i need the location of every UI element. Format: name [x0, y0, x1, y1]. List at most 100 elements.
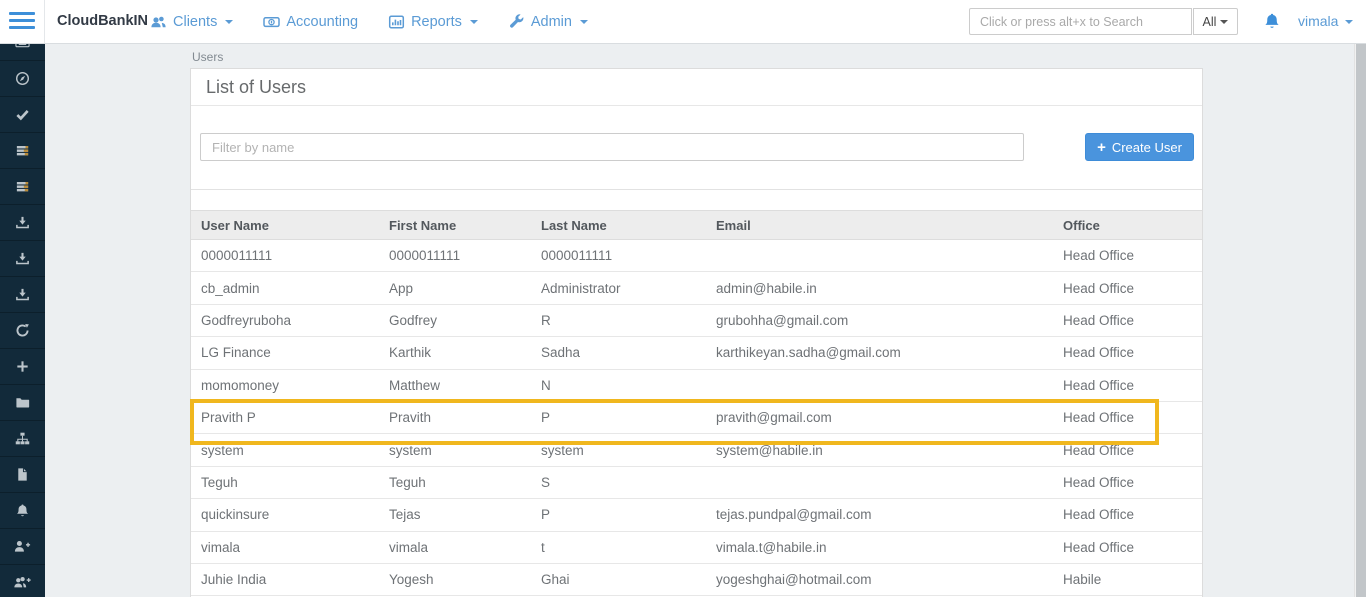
nav-item-reports[interactable]: Reports: [388, 14, 478, 30]
table-cell: Yogesh: [379, 572, 531, 587]
sidebar-item-sitemap[interactable]: [0, 421, 45, 457]
table-row[interactable]: TeguhTeguhSHead Office: [191, 467, 1202, 499]
table-cell: 0000011111: [379, 248, 531, 263]
table-cell: Habile: [1053, 572, 1202, 587]
vertical-scrollbar[interactable]: [1354, 44, 1366, 597]
sidebar-item-folder[interactable]: [0, 385, 45, 421]
file-icon: [15, 467, 30, 482]
table-cell: admin@habile.in: [706, 281, 1053, 296]
sidebar-item-check[interactable]: [0, 97, 45, 133]
table-cell: Ghai: [531, 572, 706, 587]
table-cell: Head Office: [1053, 475, 1202, 490]
table-cell: N: [531, 378, 706, 393]
table-row[interactable]: systemsystemsystemsystem@habile.inHead O…: [191, 434, 1202, 466]
table-row[interactable]: LG FinanceKarthikSadhakarthikeyan.sadha@…: [191, 337, 1202, 369]
username-label: vimala: [1298, 0, 1338, 43]
top-navbar: CloudBankIN ClientsAccountingReportsAdmi…: [0, 0, 1366, 44]
table-cell: Administrator: [531, 281, 706, 296]
table-cell: Teguh: [379, 475, 531, 490]
dashboard-icon: [15, 71, 30, 86]
table-cell: yogeshghai@hotmail.com: [706, 572, 1053, 587]
table-cell: P: [531, 410, 706, 425]
keyboard-icon: [15, 44, 30, 50]
sidebar-item-tasks[interactable]: [0, 169, 45, 205]
table-row[interactable]: Juhie IndiaYogeshGhaiyogeshghai@hotmail.…: [191, 564, 1202, 596]
table-cell: 0000011111: [531, 248, 706, 263]
nav-item-accounting[interactable]: Accounting: [263, 14, 358, 30]
sidebar-item-plus[interactable]: [0, 349, 45, 385]
table-cell: Head Office: [1053, 540, 1202, 555]
refresh-icon: [15, 323, 30, 338]
table-row[interactable]: GodfreyrubohaGodfreyRgrubohha@gmail.comH…: [191, 305, 1202, 337]
tasks-icon: [15, 179, 30, 194]
nav-item-admin[interactable]: Admin: [508, 14, 588, 30]
nav-item-label: Admin: [531, 14, 572, 30]
table-body: 000001111100000111110000011111Head Offic…: [191, 240, 1202, 596]
table-row[interactable]: momomoneyMatthewNHead Office: [191, 370, 1202, 402]
table-cell: Head Office: [1053, 281, 1202, 296]
notifications-bell-icon[interactable]: [1263, 12, 1281, 30]
sidebar-item-bell[interactable]: [0, 493, 45, 529]
search-scope-dropdown[interactable]: All: [1193, 8, 1238, 35]
table-row[interactable]: vimalavimalatvimala.t@habile.inHead Offi…: [191, 532, 1202, 564]
table-cell: Head Office: [1053, 345, 1202, 360]
table-cell: Juhie India: [191, 572, 379, 587]
sidebar-item-keyboard[interactable]: [0, 44, 45, 61]
sidebar-item-download[interactable]: [0, 277, 45, 313]
sidebar-item-dashboard[interactable]: [0, 61, 45, 97]
table-cell: LG Finance: [191, 345, 379, 360]
table-cell: vimala: [191, 540, 379, 555]
create-user-label: Create User: [1112, 140, 1182, 155]
table-row-highlighted[interactable]: Pravith PPravithPpravith@gmail.comHead O…: [191, 402, 1202, 434]
search-scope-label: All: [1203, 15, 1217, 29]
nav-item-label: Reports: [411, 14, 462, 30]
table-row[interactable]: 000001111100000111110000011111Head Offic…: [191, 240, 1202, 272]
table-row[interactable]: cb_adminAppAdministratoradmin@habile.inH…: [191, 272, 1202, 304]
column-header: First Name: [379, 218, 531, 233]
user-plus-icon: [13, 539, 32, 554]
table-cell: karthikeyan.sadha@gmail.com: [706, 345, 1053, 360]
table-cell: Sadha: [531, 345, 706, 360]
table-cell: S: [531, 475, 706, 490]
main-content: Users List of Users + Create User User N…: [45, 44, 1366, 597]
user-menu[interactable]: vimala: [1298, 0, 1353, 43]
bell-icon: [15, 503, 30, 518]
table-cell: 0000011111: [191, 248, 379, 263]
table-cell: cb_admin: [191, 281, 379, 296]
download-icon: [15, 215, 30, 230]
bar-chart-icon: [388, 14, 405, 30]
search-input[interactable]: [969, 8, 1192, 35]
create-user-button[interactable]: + Create User: [1085, 133, 1194, 161]
table-cell: grubohha@gmail.com: [706, 313, 1053, 328]
sidebar-item-user-plus[interactable]: [0, 529, 45, 565]
table-cell: Godfreyruboha: [191, 313, 379, 328]
caret-down-icon: [470, 20, 478, 24]
sidebar-item-users-plus[interactable]: [0, 565, 45, 597]
scrollbar-thumb[interactable]: [1356, 44, 1366, 597]
table-cell: Head Office: [1053, 443, 1202, 458]
global-search-group: All: [969, 8, 1238, 35]
users-panel: List of Users + Create User User NameFir…: [190, 68, 1203, 597]
money-icon: [263, 14, 280, 30]
sidebar-item-download[interactable]: [0, 241, 45, 277]
sidebar-icon-list: [0, 44, 45, 597]
table-cell: P: [531, 507, 706, 522]
table-cell: Head Office: [1053, 248, 1202, 263]
nav-item-clients[interactable]: Clients: [150, 14, 233, 30]
filter-by-name-input[interactable]: [200, 133, 1024, 161]
table-cell: pravith@gmail.com: [706, 410, 1053, 425]
sidebar-item-refresh[interactable]: [0, 313, 45, 349]
nav-item-label: Clients: [173, 14, 217, 30]
page-title: List of Users: [191, 69, 1202, 106]
table-cell: Matthew: [379, 378, 531, 393]
users-icon: [150, 14, 167, 30]
sidebar-item-download[interactable]: [0, 205, 45, 241]
table-cell: quickinsure: [191, 507, 379, 522]
table-cell: Karthik: [379, 345, 531, 360]
sitemap-icon: [15, 431, 30, 446]
hamburger-menu-icon[interactable]: [9, 12, 35, 32]
table-row[interactable]: quickinsureTejasPtejas.pundpal@gmail.com…: [191, 499, 1202, 531]
sidebar-item-file[interactable]: [0, 457, 45, 493]
column-header: Email: [706, 218, 1053, 233]
sidebar-item-tasks[interactable]: [0, 133, 45, 169]
